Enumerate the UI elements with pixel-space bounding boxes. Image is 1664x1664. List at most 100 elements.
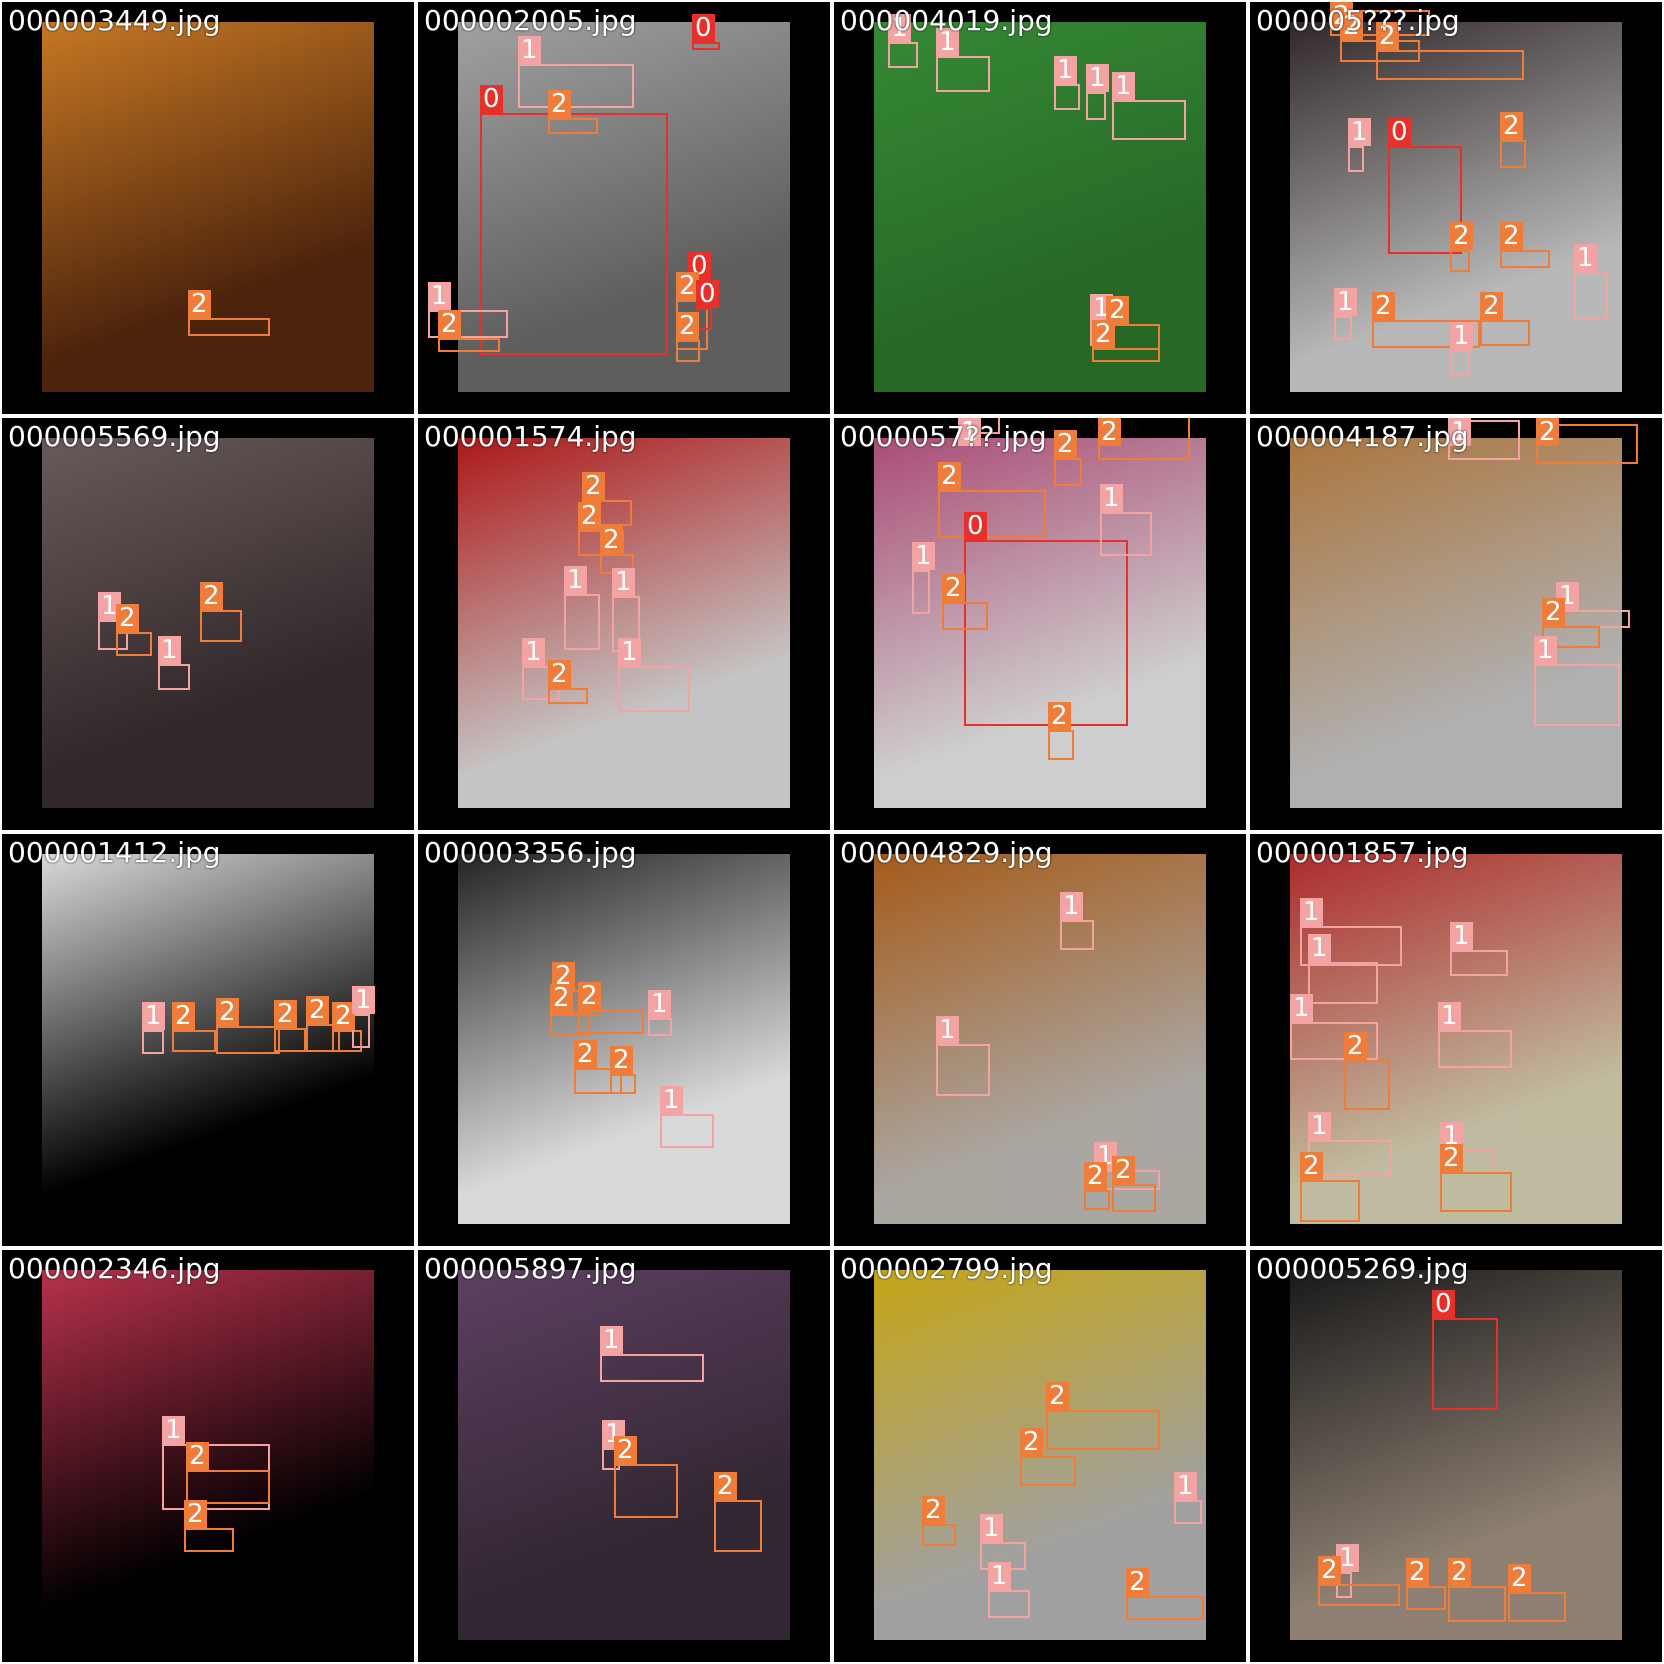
- detection-class-label: 2: [172, 1002, 195, 1030]
- detection-class-label: 1: [980, 1514, 1003, 1542]
- tile-photo: [42, 22, 374, 392]
- mosaic-tile: 000004829.jpg 1 1 1 2 2: [834, 834, 1246, 1246]
- detection-box: [1500, 140, 1526, 168]
- mosaic-tile: 000003449.jpg 2: [2, 2, 414, 414]
- detection-box: [216, 1026, 280, 1054]
- detection-class-label: 2: [1508, 1564, 1531, 1592]
- detection-box: [610, 1074, 636, 1094]
- detection-box: [142, 1030, 164, 1054]
- detection-box: [1318, 1584, 1400, 1606]
- detection-class-label: 2: [188, 290, 211, 318]
- detection-box: [922, 1524, 956, 1546]
- detection-class-label: 2: [306, 996, 329, 1024]
- detection-box: [1448, 1586, 1506, 1622]
- detection-box: [1126, 1596, 1204, 1620]
- detection-box: [938, 490, 1046, 538]
- detection-class-label: 2: [438, 310, 461, 338]
- detection-class-label: 1: [162, 1416, 185, 1444]
- detection-class-label: 1: [1112, 72, 1135, 100]
- detection-class-label: 2: [1098, 418, 1121, 446]
- detection-box: [1020, 1456, 1076, 1486]
- detection-box: [912, 570, 930, 614]
- detection-box: [578, 1010, 644, 1034]
- detection-box: [1440, 1172, 1512, 1212]
- detection-class-label: 1: [1534, 636, 1557, 664]
- detection-class-label: 2: [116, 604, 139, 632]
- detection-class-label: 1: [142, 1002, 165, 1030]
- detection-box: [184, 1528, 234, 1552]
- detection-box: [1344, 1060, 1390, 1110]
- detection-class-label: 2: [922, 1496, 945, 1524]
- detection-class-label: 2: [600, 526, 623, 554]
- detection-box: [1348, 146, 1364, 172]
- mosaic-tile: 000001857.jpg 1 1 1 1 1 2 1 1 2 2: [1250, 834, 1662, 1246]
- detection-box: [438, 338, 500, 352]
- mosaic-tile: 000005269.jpg 0 1 2 2 2 2: [1250, 1250, 1662, 1662]
- detection-class-label: 2: [1480, 292, 1503, 320]
- detection-box: [1376, 50, 1524, 80]
- detection-box: [1480, 320, 1530, 346]
- detection-box: [158, 664, 190, 690]
- tile-filename: 000005???.jpg: [1256, 4, 1460, 37]
- detection-box: [1500, 250, 1550, 268]
- detection-box: [648, 1018, 672, 1036]
- mosaic-tile: 000005897.jpg 1 1 2 2: [418, 1250, 830, 1662]
- detection-class-label: 2: [676, 312, 699, 340]
- detection-class-label: 2: [1300, 1152, 1323, 1180]
- tile-filename: 000002346.jpg: [8, 1252, 221, 1285]
- detection-class-label: 2: [1500, 112, 1523, 140]
- detection-class-label: 2: [582, 472, 605, 500]
- detection-class-label: 0: [964, 512, 987, 540]
- detection-class-label: 0: [1388, 118, 1411, 146]
- detection-box: [1046, 1410, 1160, 1450]
- mosaic-grid: 000003449.jpg 2 000002005.jpg 0 1 2 1 2 0 0 2 0 2 000…: [0, 0, 1664, 1664]
- detection-class-label: 1: [912, 542, 935, 570]
- mosaic-tile: 0000057??.jpg 0 1 2 2 1 2 1 2 2: [834, 418, 1246, 830]
- detection-box: [1406, 1586, 1446, 1610]
- detection-class-label: 2: [938, 462, 961, 490]
- detection-box: [1334, 316, 1352, 340]
- detection-class-label: 0: [480, 85, 503, 113]
- detection-class-label: 1: [1438, 1002, 1461, 1030]
- mosaic-tile: 000002346.jpg 1 2 2: [2, 1250, 414, 1662]
- detection-class-label: 1: [1450, 922, 1473, 950]
- detection-box: [274, 1028, 306, 1052]
- detection-box: [1054, 84, 1080, 110]
- detection-box: [942, 602, 988, 630]
- detection-class-label: 1: [936, 1016, 959, 1044]
- detection-class-label: 2: [578, 982, 601, 1010]
- detection-box: [1534, 664, 1620, 726]
- detection-class-label: 1: [600, 1326, 623, 1354]
- mosaic-tile: 000005569.jpg 1 2 2 1: [2, 418, 414, 830]
- detection-class-label: 2: [1536, 418, 1559, 446]
- detection-box: [1112, 100, 1186, 140]
- mosaic-tile: 000005???.jpg2220122211221: [1250, 2, 1662, 414]
- detection-class-label: 0: [696, 280, 719, 308]
- detection-class-label: 1: [1054, 56, 1077, 84]
- detection-class-label: 1: [1308, 1112, 1331, 1140]
- tile-photo: [874, 854, 1206, 1224]
- detection-class-label: 2: [1406, 1558, 1429, 1586]
- detection-class-label: 2: [1054, 430, 1077, 458]
- detection-class-label: 2: [942, 574, 965, 602]
- detection-box: [1450, 950, 1508, 976]
- detection-box: [480, 113, 668, 355]
- detection-class-label: 1: [1060, 892, 1083, 920]
- mosaic-tile: 000001574.jpg 2 2 2 1 1 1 2 1: [418, 418, 830, 830]
- detection-box: [1308, 962, 1378, 1004]
- detection-box: [964, 540, 1128, 726]
- detection-box: [660, 1114, 714, 1148]
- detection-box: [600, 1354, 704, 1382]
- detection-class-label: 2: [1372, 292, 1395, 320]
- detection-box: [1450, 250, 1470, 272]
- detection-box: [1508, 1592, 1566, 1622]
- detection-class-label: 2: [1048, 702, 1071, 730]
- detection-class-label: 2: [578, 502, 601, 530]
- detection-class-label: 2: [186, 1442, 209, 1470]
- detection-class-label: 2: [1542, 598, 1565, 626]
- detection-class-label: 2: [216, 998, 239, 1026]
- detection-box: [1438, 1030, 1512, 1068]
- detection-class-label: 2: [1046, 1382, 1069, 1410]
- detection-class-label: 2: [610, 1046, 633, 1074]
- detection-class-label: 1: [1334, 288, 1357, 316]
